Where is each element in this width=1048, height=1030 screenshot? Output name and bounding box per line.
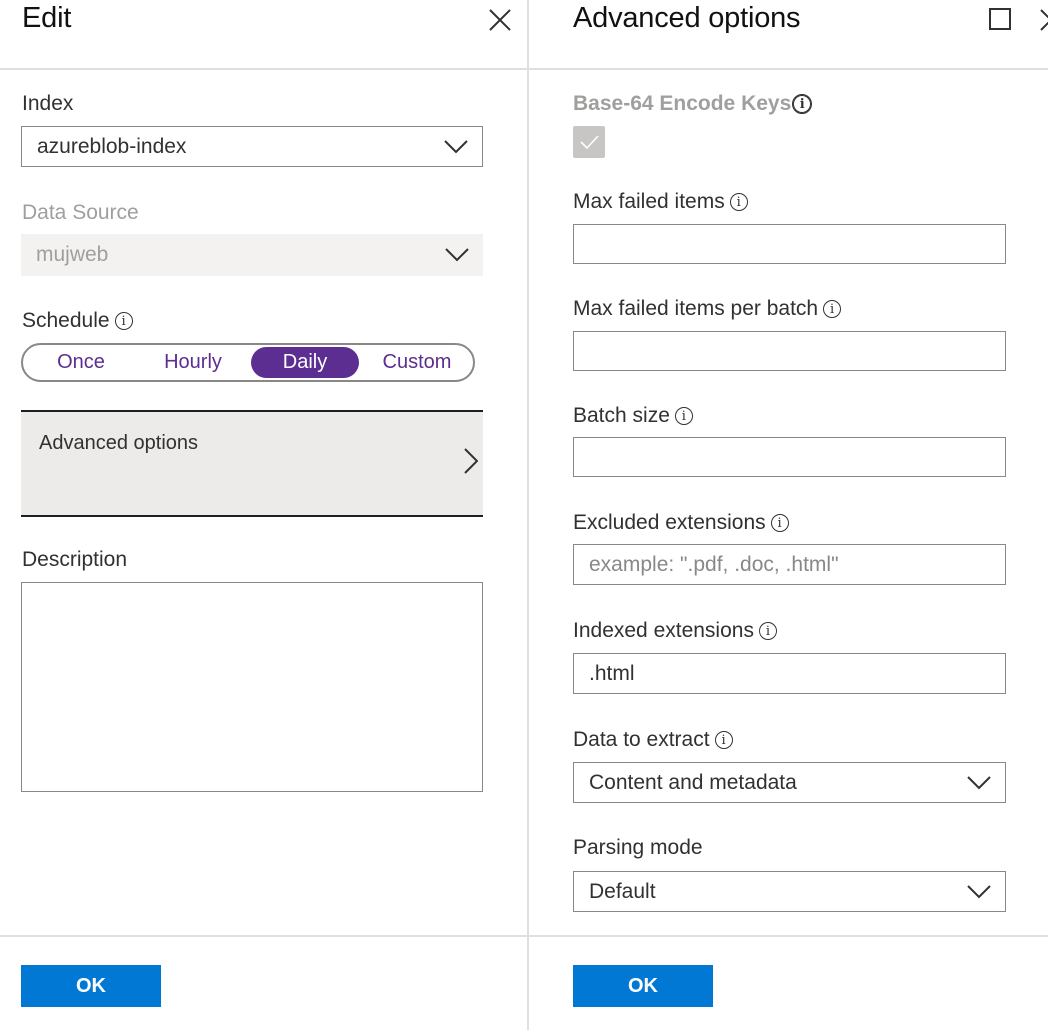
data-source-value: mujweb	[36, 243, 109, 266]
index-value: azureblob-index	[37, 134, 187, 158]
max-failed-items-label: Max failed items	[573, 190, 725, 213]
batch-size-input[interactable]	[573, 437, 1006, 477]
schedule-label: Schedule	[22, 309, 110, 332]
indexed-extensions-value: .html	[589, 661, 635, 685]
max-failed-items-per-batch-label: Max failed items per batch	[573, 297, 819, 320]
excluded-extensions-label: Excluded extensions	[573, 511, 766, 534]
base64-label-row: Base-64 Encode Keys i	[573, 92, 813, 116]
data-source-label: Data Source	[22, 201, 139, 224]
footer-divider	[0, 935, 527, 937]
max-failed-items-input[interactable]	[573, 224, 1006, 264]
indexed-extensions-label: Indexed extensions	[573, 619, 754, 642]
schedule-option-daily[interactable]: Daily	[251, 347, 359, 378]
max-failed-items-per-batch-label-row: Max failed items per batch i	[573, 297, 842, 321]
info-icon[interactable]: i	[770, 514, 789, 532]
parsing-mode-label: Parsing mode	[573, 836, 703, 859]
excluded-extensions-input[interactable]: example: ".pdf, .doc, .html"	[573, 544, 1006, 585]
info-icon[interactable]: i	[758, 622, 777, 640]
max-failed-items-per-batch-input[interactable]	[573, 331, 1006, 371]
chevron-down-icon	[445, 248, 469, 262]
description-label: Description	[22, 548, 128, 571]
schedule-option-custom[interactable]: Custom	[371, 347, 463, 378]
info-icon[interactable]: i	[714, 731, 733, 749]
close-icon[interactable]	[1037, 6, 1048, 34]
index-label: Index	[22, 92, 74, 115]
advanced-options-row[interactable]: Advanced options	[21, 410, 483, 517]
chevron-down-icon	[444, 139, 468, 153]
parsing-mode-value: Default	[589, 879, 656, 903]
ok-button[interactable]: OK	[573, 965, 713, 1007]
data-to-extract-label: Data to extract	[573, 728, 710, 751]
close-icon[interactable]	[486, 6, 514, 34]
info-icon[interactable]: i	[114, 312, 133, 330]
advanced-options-pane: Advanced options Base-64 Encode Keys i Ma…	[529, 0, 1048, 1030]
info-icon[interactable]: i	[792, 94, 813, 114]
advanced-options-label: Advanced options	[39, 432, 199, 454]
footer-divider	[529, 935, 1048, 937]
advanced-options-title: Advanced options	[573, 2, 801, 34]
batch-size-label-row: Batch size i	[573, 404, 693, 428]
chevron-right-icon	[464, 448, 478, 474]
schedule-option-once[interactable]: Once	[37, 347, 125, 378]
indexed-extensions-input[interactable]: .html	[573, 653, 1006, 694]
description-textarea[interactable]	[21, 582, 483, 792]
info-icon[interactable]: i	[729, 193, 748, 211]
data-to-extract-dropdown[interactable]: Content and metadata	[573, 762, 1006, 803]
edit-title: Edit	[22, 2, 72, 34]
base64-checkbox	[573, 126, 605, 158]
max-failed-items-label-row: Max failed items i	[573, 190, 748, 214]
checkmark-icon	[580, 135, 599, 150]
info-icon[interactable]: i	[674, 407, 693, 425]
header-divider	[0, 68, 527, 70]
info-icon[interactable]: i	[823, 300, 842, 318]
ok-button[interactable]: OK	[21, 965, 161, 1007]
chevron-down-icon	[967, 775, 991, 789]
schedule-option-hourly[interactable]: Hourly	[149, 347, 237, 378]
excluded-extensions-placeholder: example: ".pdf, .doc, .html"	[589, 552, 839, 576]
data-to-extract-value: Content and metadata	[589, 770, 797, 794]
parsing-mode-dropdown[interactable]: Default	[573, 871, 1006, 912]
schedule-label-row: Schedule i	[22, 309, 133, 333]
excluded-extensions-label-row: Excluded extensions i	[573, 511, 789, 535]
base64-label: Base-64 Encode Keys	[573, 92, 792, 115]
batch-size-label: Batch size	[573, 404, 670, 427]
data-source-dropdown: mujweb	[21, 234, 483, 276]
header-divider	[529, 68, 1048, 70]
chevron-down-icon	[967, 884, 991, 898]
index-dropdown[interactable]: azureblob-index	[21, 126, 483, 167]
schedule-segmented-control: Once Hourly Daily Custom	[21, 343, 475, 382]
maximize-icon[interactable]	[989, 8, 1011, 30]
indexed-extensions-label-row: Indexed extensions i	[573, 619, 777, 643]
data-to-extract-label-row: Data to extract i	[573, 728, 733, 752]
edit-pane: Edit Index azureblob-index Data Source m…	[0, 0, 527, 1030]
